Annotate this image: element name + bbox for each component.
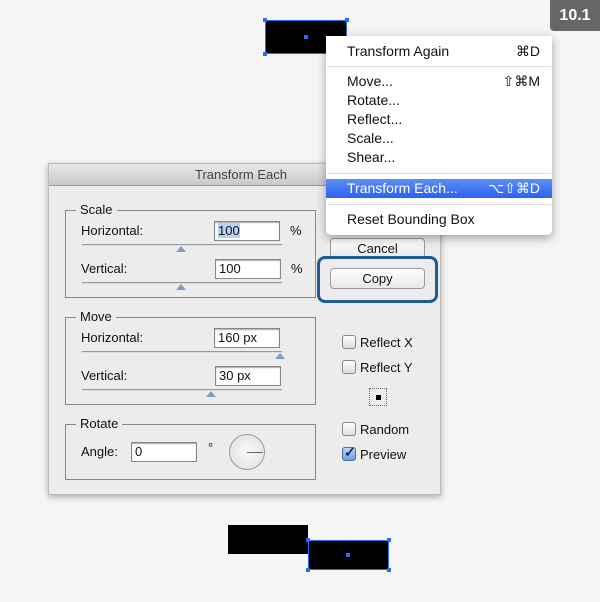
angle-label: Angle: (81, 444, 118, 459)
scale-vertical-unit: % (291, 261, 303, 276)
scale-horizontal-label: Horizontal: (81, 223, 144, 238)
menu-item-rotate[interactable]: Rotate... (326, 91, 552, 110)
scale-horizontal-value: 100 (218, 223, 240, 238)
reference-point-icon[interactable] (369, 388, 387, 406)
menu-shortcut: ⌘D (515, 43, 540, 59)
menu-item-transform-again[interactable]: Transform Again ⌘D (326, 42, 552, 61)
copied-rectangle[interactable] (306, 538, 391, 572)
move-group: Move Horizontal: 160 px Vertical: 30 px (65, 309, 316, 405)
scale-horizontal-input[interactable]: 100 (214, 221, 280, 241)
move-legend: Move (76, 309, 116, 324)
move-horizontal-label: Horizontal: (81, 330, 144, 345)
menu-label: Transform Again (347, 43, 450, 59)
menu-item-transform-each[interactable]: Transform Each... ⌥⇧⌘D (326, 179, 552, 198)
checkmark-icon: ✓ (344, 444, 356, 460)
menu-separator (327, 173, 551, 174)
scale-horizontal-thumb[interactable] (176, 246, 186, 252)
menu-separator (327, 204, 551, 205)
dialog-title: Transform Each (195, 167, 287, 182)
original-rectangle[interactable] (228, 525, 308, 554)
menu-item-move[interactable]: Move... ⇧⌘M (326, 72, 552, 91)
reflect-y-label: Reflect Y (360, 360, 413, 375)
move-vertical-slider[interactable] (82, 389, 282, 391)
reflect-x-checkbox[interactable] (342, 335, 356, 349)
move-vertical-label: Vertical: (81, 368, 128, 383)
scale-group: Scale Horizontal: 100 % Vertical: 100 % (65, 202, 316, 298)
move-vertical-thumb[interactable] (206, 391, 216, 397)
copy-button[interactable]: Copy (330, 268, 425, 289)
angle-input[interactable]: 0 (131, 442, 197, 462)
degree-unit: ° (208, 440, 214, 455)
menu-label: Transform Each... (347, 180, 458, 196)
move-horizontal-slider[interactable] (82, 351, 282, 353)
menu-label: Move... (347, 73, 393, 89)
reflect-x-label: Reflect X (360, 335, 413, 350)
random-label: Random (360, 422, 410, 437)
angle-dial[interactable] (229, 434, 265, 470)
reflect-y-checkbox[interactable] (342, 360, 356, 374)
menu-separator (327, 66, 551, 67)
scale-vertical-thumb[interactable] (176, 284, 186, 290)
rotate-legend: Rotate (76, 416, 123, 431)
menu-item-reset-bounding-box[interactable]: Reset Bounding Box (326, 210, 552, 229)
move-horizontal-input[interactable]: 160 px (214, 328, 280, 348)
menu-shortcut: ⇧⌘M (502, 73, 540, 89)
move-horizontal-thumb[interactable] (275, 353, 285, 359)
rotate-group: Rotate Angle: 0 ° (65, 416, 316, 480)
scale-vertical-input[interactable]: 100 (215, 259, 281, 279)
menu-item-shear[interactable]: Shear... (326, 148, 552, 167)
menu-item-reflect[interactable]: Reflect... (326, 110, 552, 129)
random-checkbox[interactable] (342, 422, 356, 436)
preview-checkbox[interactable]: ✓ (342, 444, 356, 461)
transform-context-menu: Transform Again ⌘D Move... ⇧⌘M Rotate... R… (326, 36, 552, 235)
scale-vertical-label: Vertical: (81, 261, 128, 276)
preview-label: Preview (360, 447, 407, 462)
menu-shortcut: ⌥⇧⌘D (488, 180, 540, 196)
scale-legend: Scale (76, 202, 117, 217)
menu-item-scale[interactable]: Scale... (326, 129, 552, 148)
step-badge: 10.1 (550, 0, 600, 31)
scale-horizontal-unit: % (290, 223, 302, 238)
move-vertical-input[interactable]: 30 px (215, 366, 281, 386)
